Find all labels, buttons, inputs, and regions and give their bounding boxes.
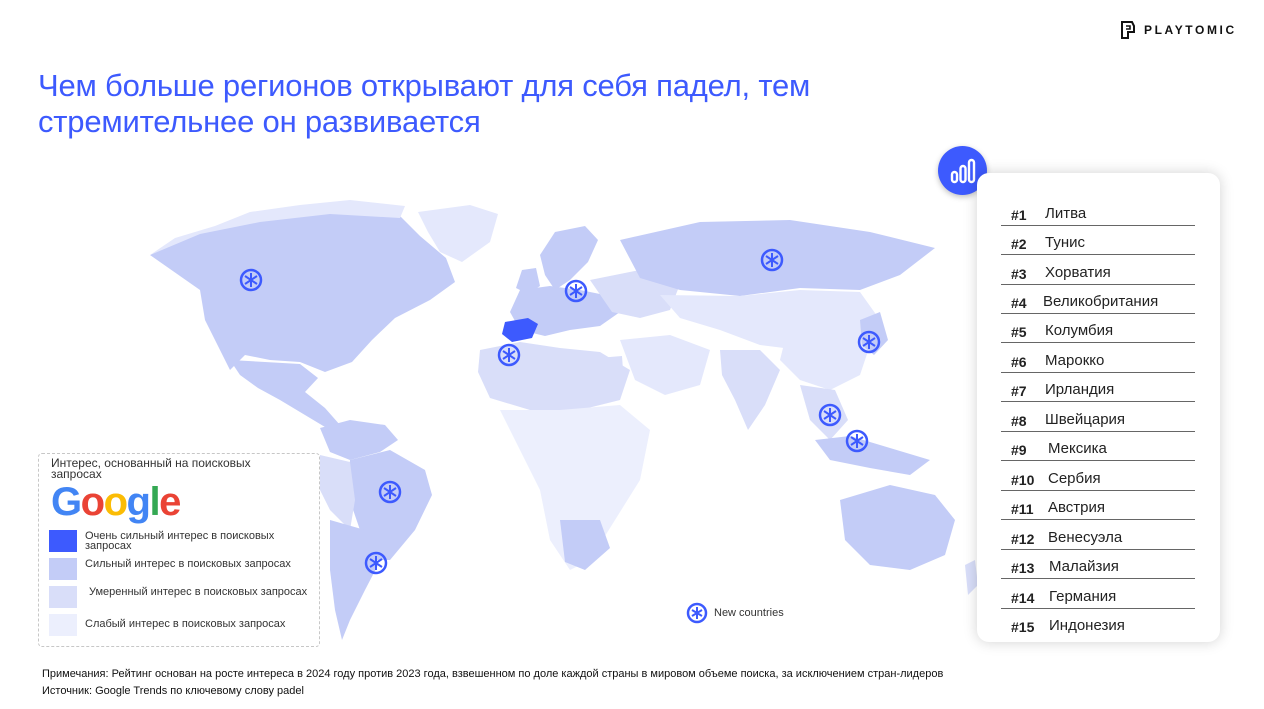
ranking-row: #12 Венесуэла — [1001, 521, 1195, 550]
ranking-list: #1 Литва #2 Тунис #3 Хорватия #4 Великобрита… — [977, 173, 1220, 642]
rank-country: Марокко — [1045, 352, 1105, 369]
rank-number: #3 — [1011, 266, 1027, 282]
region-india — [720, 350, 780, 430]
ranking-row: #1 Литва — [1001, 197, 1195, 226]
legend-swatch — [49, 530, 77, 552]
region-china — [780, 320, 870, 390]
rank-number: #2 — [1011, 236, 1027, 252]
rank-country: Австрия — [1048, 499, 1106, 516]
ranking-row: #15 Индонезия — [1001, 609, 1195, 637]
rank-number: #4 — [1011, 295, 1027, 311]
rank-country: Венесуэла — [1048, 529, 1123, 546]
region-peru-bolivia — [315, 455, 355, 530]
ranking-row: #11 Австрия — [1001, 491, 1195, 520]
ranking-row: #2 Тунис — [1001, 226, 1195, 255]
region-australia — [840, 485, 955, 570]
rank-number: #12 — [1011, 531, 1035, 547]
rank-number: #6 — [1011, 354, 1027, 370]
legend-label: Слабый интерес в поисковых запросах — [85, 618, 286, 630]
rank-country: Швейцария — [1045, 411, 1126, 428]
legend-item-strong: Сильный интерес в поисковых запросах — [49, 558, 310, 580]
legend-item-weak: Слабый интерес в поисковых запросах — [49, 614, 310, 636]
legend-heading: Интерес, основанный на поисковых запроса… — [51, 456, 251, 481]
region-spain — [502, 318, 538, 342]
region-south-africa — [560, 520, 610, 570]
legend: Интерес, основанный на поисковых запроса… — [38, 453, 320, 647]
rank-country: Мексика — [1048, 440, 1107, 457]
ranking-row: #13 Малайзия — [1001, 550, 1195, 579]
rank-number: #11 — [1011, 501, 1034, 517]
rank-country: Литва — [1045, 205, 1087, 222]
rank-number: #15 — [1011, 619, 1035, 635]
ranking-row: #9 Мексика — [1001, 432, 1195, 461]
region-scandinavia — [540, 226, 598, 290]
rank-number: #1 — [1011, 207, 1027, 223]
rank-country: Индонезия — [1049, 617, 1125, 634]
legend-swatch — [49, 614, 77, 636]
region-gulf — [598, 356, 624, 386]
ranking-row: #3 Хорватия — [1001, 256, 1195, 285]
rank-country: Хорватия — [1045, 264, 1111, 281]
ranking-row: #5 Колумбия — [1001, 314, 1195, 343]
rank-number: #14 — [1011, 590, 1035, 606]
region-middle-east — [620, 335, 710, 395]
rank-country: Ирландия — [1045, 381, 1115, 398]
region-indonesia-malaysia — [815, 436, 930, 475]
legend-label: Очень сильный интерес в поисковых запрос… — [85, 530, 275, 552]
legend-label: Сильный интерес в поисковых запросах — [85, 558, 291, 570]
rank-country: Колумбия — [1045, 322, 1114, 339]
footnotes: Примечания: Рейтинг основан на росте инт… — [42, 666, 943, 700]
ranking-row: #4 Великобритания — [1001, 285, 1195, 314]
ranking-row: #10 Сербия — [1001, 462, 1195, 491]
legend-item-very-strong: Очень сильный интерес в поисковых запрос… — [49, 530, 310, 552]
new-countries-legend: New countries — [686, 602, 784, 624]
rank-number: #8 — [1011, 413, 1027, 429]
legend-label: Умеренный интерес в поисковых запросах — [89, 586, 308, 598]
ranking-row: #8 Швейцария — [1001, 403, 1195, 432]
rank-country: Германия — [1049, 588, 1117, 605]
new-country-icon — [686, 602, 708, 624]
legend-swatch — [49, 558, 77, 580]
ranking-row: #7 Ирландия — [1001, 373, 1195, 402]
rank-country: Сербия — [1048, 470, 1101, 487]
legend-swatch — [49, 586, 77, 608]
new-countries-label: New countries — [714, 607, 784, 619]
rank-number: #10 — [1011, 472, 1035, 488]
region-russia — [620, 220, 935, 296]
rank-number: #5 — [1011, 324, 1027, 340]
rank-number: #7 — [1011, 383, 1027, 399]
region-north-america — [150, 212, 455, 372]
rank-number: #13 — [1011, 560, 1035, 576]
bar-chart-icon — [950, 158, 975, 183]
legend-item-moderate: Умеренный интерес в поисковых запросах — [49, 586, 314, 608]
rank-number: #9 — [1011, 442, 1027, 458]
rank-country: Тунис — [1045, 234, 1085, 251]
ranking-row: #14 Германия — [1001, 580, 1195, 609]
google-logo: Google — [51, 480, 181, 524]
footnote-source: Источник: Google Trends по ключевому сло… — [42, 685, 304, 697]
rank-country: Великобритания — [1043, 293, 1159, 310]
footnote-methodology: Примечания: Рейтинг основан на росте инт… — [42, 668, 944, 680]
ranking-row: #6 Марокко — [1001, 344, 1195, 373]
rank-country: Малайзия — [1049, 558, 1119, 575]
